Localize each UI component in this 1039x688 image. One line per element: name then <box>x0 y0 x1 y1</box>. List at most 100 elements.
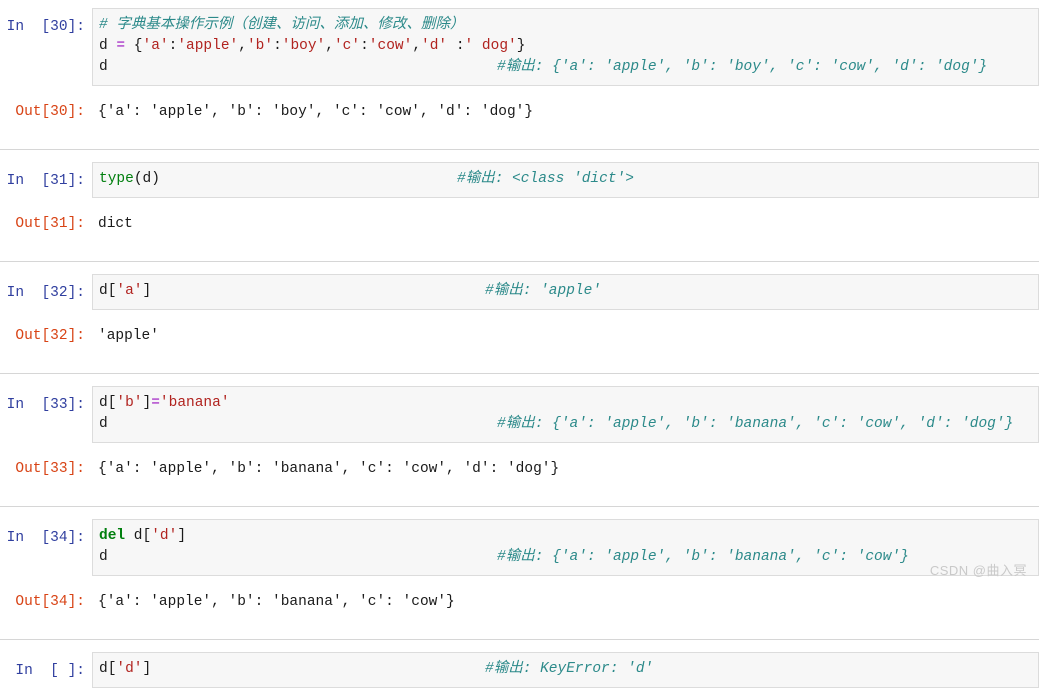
input-row: In [30]: # 字典基本操作示例（创建、访问、添加、修改、删除） d = {'… <box>0 8 1039 86</box>
code-token: d <box>99 549 108 565</box>
cell-output-text: dict <box>98 216 133 232</box>
cell-bottom-spacer <box>0 131 1039 149</box>
cell-top-spacer <box>0 507 1039 519</box>
csdn-watermark: CSDN @曲入冥 <box>929 563 1027 578</box>
code-token: , <box>325 38 334 54</box>
output-row: Out[34]: {'a': 'apple', 'b': 'banana', 'c… <box>0 584 1039 621</box>
code-token: del <box>99 528 126 544</box>
code-token: d[ <box>99 283 117 299</box>
input-prompt-label: In [32]: <box>6 285 85 301</box>
cell-top-spacer <box>0 640 1039 652</box>
notebook-cell[interactable]: In [34]: del d['d'] d #输出: {'a': 'apple', '… <box>0 506 1039 639</box>
code-line: d = {'a':'apple','b':'boy','c':'cow','d'… <box>99 36 1038 57</box>
inline-output-comment: #输出: 'apple' <box>485 283 602 299</box>
code-token: ] <box>177 528 187 544</box>
cell-output-text: 'apple' <box>98 328 159 344</box>
inline-output-comment: #输出: KeyError: 'd' <box>485 661 654 677</box>
code-line: d #输出: {'a': 'apple', 'b': 'banana', 'c':… <box>99 547 1038 568</box>
code-token: 'c' <box>333 38 361 54</box>
code-token: , <box>412 38 422 54</box>
cell-bottom-spacer <box>0 243 1039 261</box>
code-input-cell[interactable]: d['a'] #输出: 'apple' <box>92 274 1039 310</box>
code-token: 'a' <box>142 38 169 54</box>
code-token: d <box>99 59 108 75</box>
output-top-spacer <box>0 198 1039 206</box>
cell-top-spacer <box>0 0 1039 8</box>
input-row: In [ ]: d['d'] #输出: KeyError: 'd' <box>0 652 1039 688</box>
code-input-cell[interactable]: # 字典基本操作示例（创建、访问、添加、修改、删除） d = {'a': 'appl… <box>92 8 1039 86</box>
code-token: { <box>125 38 143 54</box>
code-token: ] <box>142 283 152 299</box>
code-token: ] <box>142 661 152 677</box>
code-line: d['a'] #输出: 'apple' <box>99 281 1038 302</box>
output-row: Out[32]: 'apple' <box>0 318 1039 355</box>
code-line: # 字典基本操作示例（创建、访问、添加、修改、删除） <box>99 15 1038 36</box>
code-token: 'd' <box>151 528 178 544</box>
input-row: In [31]: type(d) #输出: <class 'dict'> <box>0 162 1039 198</box>
code-token: # 字典基本操作示例（创建、访问、添加、修改、删除） <box>99 17 465 33</box>
code-token: d <box>99 416 108 432</box>
output-top-spacer <box>0 443 1039 451</box>
output-prompt-label: Out[32]: <box>15 328 85 344</box>
input-prompt-label: In [33]: <box>6 397 85 413</box>
output-top-spacer <box>0 86 1039 94</box>
output-top-spacer <box>0 310 1039 318</box>
input-prompt-label: In [31]: <box>6 173 85 189</box>
code-token: , <box>238 38 247 54</box>
output-row: Out[31]: dict <box>0 206 1039 243</box>
input-row: In [33]: d['b']='banana' d #输出: {'a': 'appl… <box>0 386 1039 443</box>
code-token: d[ <box>99 395 117 411</box>
cell-output-text: {'a': 'apple', 'b': 'boy', 'c': 'cow', '… <box>98 104 534 120</box>
code-line: d #输出: {'a': 'apple', 'b': 'banana', 'c':… <box>99 414 1038 435</box>
code-token: 'apple' <box>177 38 239 54</box>
code-token: 'boy' <box>281 38 326 54</box>
cell-bottom-spacer <box>0 621 1039 639</box>
code-input-cell[interactable]: d['b']='banana' d #输出: {'a': 'apple', 'b':… <box>92 386 1039 443</box>
code-line: d['d'] #输出: KeyError: 'd' <box>99 659 1038 680</box>
output-prompt-label: Out[31]: <box>15 216 85 232</box>
input-prompt-label: In [ ]: <box>15 663 85 679</box>
notebook-cell[interactable]: In [31]: type(d) #输出: <class 'dict'> Out[31… <box>0 149 1039 261</box>
code-token: d[ <box>99 661 117 677</box>
code-input-cell[interactable]: type(d) #输出: <class 'dict'> <box>92 162 1039 198</box>
code-token: 'cow' <box>368 38 413 54</box>
code-token: = <box>151 395 160 411</box>
output-prompt-label: Out[34]: <box>15 594 85 610</box>
cell-top-spacer <box>0 262 1039 274</box>
code-token: type <box>99 171 134 187</box>
output-prompt-label: Out[30]: <box>15 104 85 120</box>
cell-top-spacer <box>0 150 1039 162</box>
code-token: : <box>447 38 465 54</box>
cell-output-text: {'a': 'apple', 'b': 'banana', 'c': 'cow'… <box>98 461 560 477</box>
code-token: ] <box>142 395 152 411</box>
code-token: : <box>273 38 282 54</box>
output-prompt-label: Out[33]: <box>15 461 85 477</box>
notebook-cell[interactable]: In [33]: d['b']='banana' d #输出: {'a': 'appl… <box>0 373 1039 506</box>
cell-bottom-spacer <box>0 488 1039 506</box>
code-token: 'd' <box>116 661 143 677</box>
input-prompt-label: In [34]: <box>6 530 85 546</box>
code-line: d #输出: {'a': 'apple', 'b': 'boy', 'c': 'c… <box>99 57 1038 78</box>
inline-output-comment: #输出: <class 'dict'> <box>457 171 634 187</box>
inline-output-comment: #输出: {'a': 'apple', 'b': 'banana', 'c': … <box>497 549 909 565</box>
code-token: : <box>360 38 369 54</box>
code-token: = <box>116 38 126 54</box>
cell-output-text: {'a': 'apple', 'b': 'banana', 'c': 'cow'… <box>98 594 455 610</box>
notebook-cell[interactable]: In [30]: # 字典基本操作示例（创建、访问、添加、修改、删除） d = {'… <box>0 0 1039 149</box>
code-token: (d) <box>133 171 160 187</box>
code-input-cell[interactable]: del d['d'] d #输出: {'a': 'apple', 'b': 'ban… <box>92 519 1039 576</box>
notebook-cell[interactable]: In [ ]: d['d'] #输出: KeyError: 'd' <box>0 639 1039 688</box>
input-row: In [32]: d['a'] #输出: 'apple' <box>0 274 1039 310</box>
output-top-spacer <box>0 576 1039 584</box>
cell-top-spacer <box>0 374 1039 386</box>
code-input-cell[interactable]: d['d'] #输出: KeyError: 'd' <box>92 652 1039 688</box>
code-token: ' dog' <box>464 38 517 54</box>
cell-bottom-spacer <box>0 355 1039 373</box>
code-line: d['b']='banana' <box>99 393 1038 414</box>
code-token: d <box>99 38 117 54</box>
code-token: 'd' <box>421 38 448 54</box>
input-row: In [34]: del d['d'] d #输出: {'a': 'apple', '… <box>0 519 1039 576</box>
code-line: del d['d'] <box>99 526 1038 547</box>
notebook-cell[interactable]: In [32]: d['a'] #输出: 'apple' Out[32]: 'apple… <box>0 261 1039 373</box>
code-token: 'b' <box>246 38 274 54</box>
